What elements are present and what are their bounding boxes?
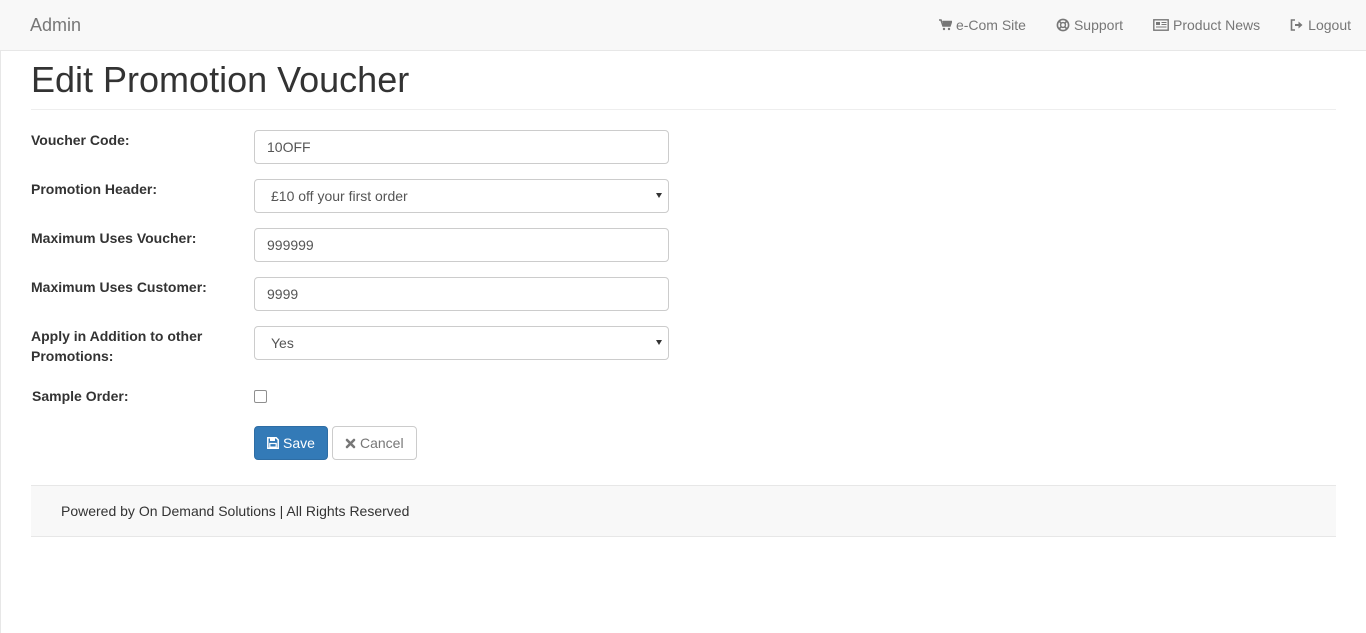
nav-support[interactable]: Support bbox=[1041, 0, 1138, 50]
newspaper-icon bbox=[1153, 19, 1169, 31]
voucher-code-value: 10OFF bbox=[267, 139, 311, 155]
cancel-button-label: Cancel bbox=[360, 435, 404, 451]
save-button-label: Save bbox=[283, 435, 315, 451]
max-uses-voucher-input[interactable]: 999999 bbox=[254, 228, 669, 262]
cancel-button[interactable]: Cancel bbox=[332, 426, 417, 460]
sample-order-label: Sample Order: bbox=[32, 388, 129, 404]
nav-product-news-label: Product News bbox=[1173, 17, 1261, 33]
max-uses-voucher-value: 999999 bbox=[267, 237, 314, 253]
close-icon bbox=[345, 438, 356, 448]
promotion-header-select[interactable]: £10 off your first order bbox=[254, 179, 669, 213]
shopping-cart-icon bbox=[938, 19, 952, 31]
nav-logout[interactable]: Logout bbox=[1275, 0, 1366, 50]
top-navbar: Admin e-Com Site Support Product News Lo… bbox=[0, 0, 1366, 51]
nav-ecom-site-label: e-Com Site bbox=[955, 17, 1026, 33]
chevron-down-icon bbox=[656, 340, 662, 345]
max-uses-voucher-label: Maximum Uses Voucher: bbox=[31, 230, 197, 246]
title-divider bbox=[31, 109, 1336, 110]
floppy-disk-icon bbox=[267, 437, 279, 449]
apply-in-addition-label-line2: Promotions: bbox=[31, 348, 114, 364]
max-uses-customer-label: Maximum Uses Customer: bbox=[31, 279, 207, 295]
life-ring-icon bbox=[1056, 18, 1070, 32]
left-border bbox=[0, 51, 1, 633]
nav-logout-label: Logout bbox=[1308, 17, 1351, 33]
promotion-header-value: £10 off your first order bbox=[271, 188, 408, 204]
max-uses-customer-value: 9999 bbox=[267, 286, 299, 302]
nav-support-label: Support bbox=[1073, 17, 1124, 33]
apply-in-addition-select[interactable]: Yes bbox=[254, 326, 669, 360]
promotion-header-label: Promotion Header: bbox=[31, 181, 158, 197]
nav-ecom-site[interactable]: e-Com Site bbox=[924, 0, 1041, 50]
apply-in-addition-label: Apply in Addition to other Promotions: bbox=[31, 326, 231, 366]
voucher-code-label: Voucher Code: bbox=[31, 132, 130, 148]
apply-in-addition-value: Yes bbox=[271, 335, 294, 351]
page-footer: Powered by On Demand Solutions | All Rig… bbox=[31, 485, 1336, 537]
brand-link[interactable]: Admin bbox=[30, 15, 81, 36]
max-uses-customer-input[interactable]: 9999 bbox=[254, 277, 669, 311]
save-button[interactable]: Save bbox=[254, 426, 328, 460]
nav-product-news[interactable]: Product News bbox=[1138, 0, 1275, 50]
sample-order-checkbox[interactable] bbox=[254, 390, 267, 403]
apply-in-addition-label-line1: Apply in Addition to other bbox=[31, 328, 203, 344]
voucher-code-input[interactable]: 10OFF bbox=[254, 130, 669, 164]
sign-out-icon bbox=[1290, 19, 1303, 31]
nav-links: e-Com Site Support Product News Logout bbox=[924, 0, 1366, 50]
footer-text: Powered by On Demand Solutions | All Rig… bbox=[61, 503, 410, 519]
page-title: Edit Promotion Voucher bbox=[31, 59, 410, 100]
chevron-down-icon bbox=[656, 193, 662, 198]
